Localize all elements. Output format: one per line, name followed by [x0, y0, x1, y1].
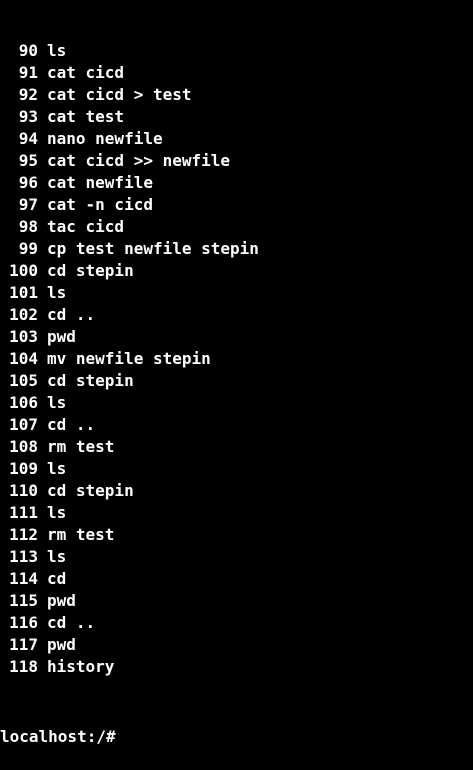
history-entry-number: 105 — [9, 371, 38, 390]
history-entry-command: cd .. — [47, 305, 96, 324]
history-entry-command: cat cicd >> newfile — [47, 151, 231, 170]
history-entry: 93 cat test — [0, 106, 473, 128]
history-entry-command: ls — [47, 547, 67, 566]
history-entry: 110 cd stepin — [0, 480, 473, 502]
history-entry-number: 96 — [18, 173, 38, 192]
history-entry-command: tac cicd — [47, 217, 125, 236]
history-output: 90 ls 91 cat cicd 92 cat cicd > test 93 cat tes… — [0, 40, 473, 678]
history-entry: 106 ls — [0, 392, 473, 414]
history-entry-number: 94 — [18, 129, 38, 148]
history-entry: 103 pwd — [0, 326, 473, 348]
history-entry-command: cd stepin — [47, 261, 134, 280]
history-entry: 111 ls — [0, 502, 473, 524]
history-entry-number: 110 — [9, 481, 38, 500]
history-entry: 116 cd .. — [0, 612, 473, 634]
history-entry: 94 nano newfile — [0, 128, 473, 150]
history-entry-number: 116 — [9, 613, 38, 632]
history-entry-command: cd stepin — [47, 371, 134, 390]
history-entry: 100 cd stepin — [0, 260, 473, 282]
history-entry-command: cd .. — [47, 415, 96, 434]
terminal-window[interactable]: 90 ls 91 cat cicd 92 cat cicd > test 93 cat tes… — [0, 0, 473, 746]
history-entry-number: 99 — [18, 239, 38, 258]
history-entry-number: 118 — [9, 657, 38, 676]
history-entry-command: ls — [47, 393, 67, 412]
history-entry-command: ls — [47, 459, 67, 478]
history-entry: 102 cd .. — [0, 304, 473, 326]
history-entry-command: cat -n cicd — [47, 195, 153, 214]
history-entry-number: 92 — [18, 85, 38, 104]
history-entry: 108 rm test — [0, 436, 473, 458]
history-entry-number: 103 — [9, 327, 38, 346]
prompt-line[interactable]: localhost:/# — [0, 726, 473, 748]
history-entry-number: 104 — [9, 349, 38, 368]
history-entry-command: mv newfile stepin — [47, 349, 211, 368]
history-entry-number: 102 — [9, 305, 38, 324]
history-entry-command: ls — [47, 41, 67, 60]
history-entry-command: rm test — [47, 525, 115, 544]
history-entry-number: 93 — [18, 107, 38, 126]
history-entry-number: 100 — [9, 261, 38, 280]
history-entry-number: 109 — [9, 459, 38, 478]
history-entry-command: cp test newfile stepin — [47, 239, 259, 258]
history-entry-command: ls — [47, 503, 67, 522]
history-entry-number: 111 — [9, 503, 38, 522]
history-entry-number: 90 — [18, 41, 38, 60]
history-entry: 98 tac cicd — [0, 216, 473, 238]
history-entry: 118 history — [0, 656, 473, 678]
history-entry: 91 cat cicd — [0, 62, 473, 84]
history-entry-command: cd .. — [47, 613, 96, 632]
history-entry-number: 106 — [9, 393, 38, 412]
history-entry-command: pwd — [47, 591, 76, 610]
history-entry-number: 95 — [18, 151, 38, 170]
history-entry: 95 cat cicd >> newfile — [0, 150, 473, 172]
history-entry-number: 108 — [9, 437, 38, 456]
history-entry-command: nano newfile — [47, 129, 163, 148]
history-entry: 109 ls — [0, 458, 473, 480]
history-entry: 115 pwd — [0, 590, 473, 612]
history-entry-command: pwd — [47, 635, 76, 654]
history-entry: 113 ls — [0, 546, 473, 568]
history-entry-command: rm test — [47, 437, 115, 456]
history-entry: 97 cat -n cicd — [0, 194, 473, 216]
history-entry-number: 113 — [9, 547, 38, 566]
history-entry: 112 rm test — [0, 524, 473, 546]
history-entry: 114 cd — [0, 568, 473, 590]
history-entry-command: cat test — [47, 107, 125, 126]
history-entry-number: 112 — [9, 525, 38, 544]
history-entry-command: cat cicd > test — [47, 85, 192, 104]
history-entry-command: cd stepin — [47, 481, 134, 500]
history-entry-number: 91 — [18, 63, 38, 82]
history-entry: 117 pwd — [0, 634, 473, 656]
history-entry: 105 cd stepin — [0, 370, 473, 392]
history-entry: 92 cat cicd > test — [0, 84, 473, 106]
history-entry: 99 cp test newfile stepin — [0, 238, 473, 260]
history-entry-number: 107 — [9, 415, 38, 434]
history-entry-number: 101 — [9, 283, 38, 302]
history-entry-command: history — [47, 657, 115, 676]
history-entry-number: 97 — [18, 195, 38, 214]
history-entry: 90 ls — [0, 40, 473, 62]
text-cursor — [116, 728, 125, 746]
history-entry-command: ls — [47, 283, 67, 302]
shell-prompt: localhost:/# — [0, 727, 116, 746]
history-entry-number: 114 — [9, 569, 38, 588]
history-entry-number: 115 — [9, 591, 38, 610]
history-entry: 107 cd .. — [0, 414, 473, 436]
history-entry-command: cat cicd — [47, 63, 125, 82]
history-entry: 104 mv newfile stepin — [0, 348, 473, 370]
history-entry-command: cd — [47, 569, 67, 588]
history-entry: 101 ls — [0, 282, 473, 304]
history-entry-command: cat newfile — [47, 173, 153, 192]
history-entry: 96 cat newfile — [0, 172, 473, 194]
history-entry-command: pwd — [47, 327, 76, 346]
history-entry-number: 117 — [9, 635, 38, 654]
history-entry-number: 98 — [18, 217, 38, 236]
